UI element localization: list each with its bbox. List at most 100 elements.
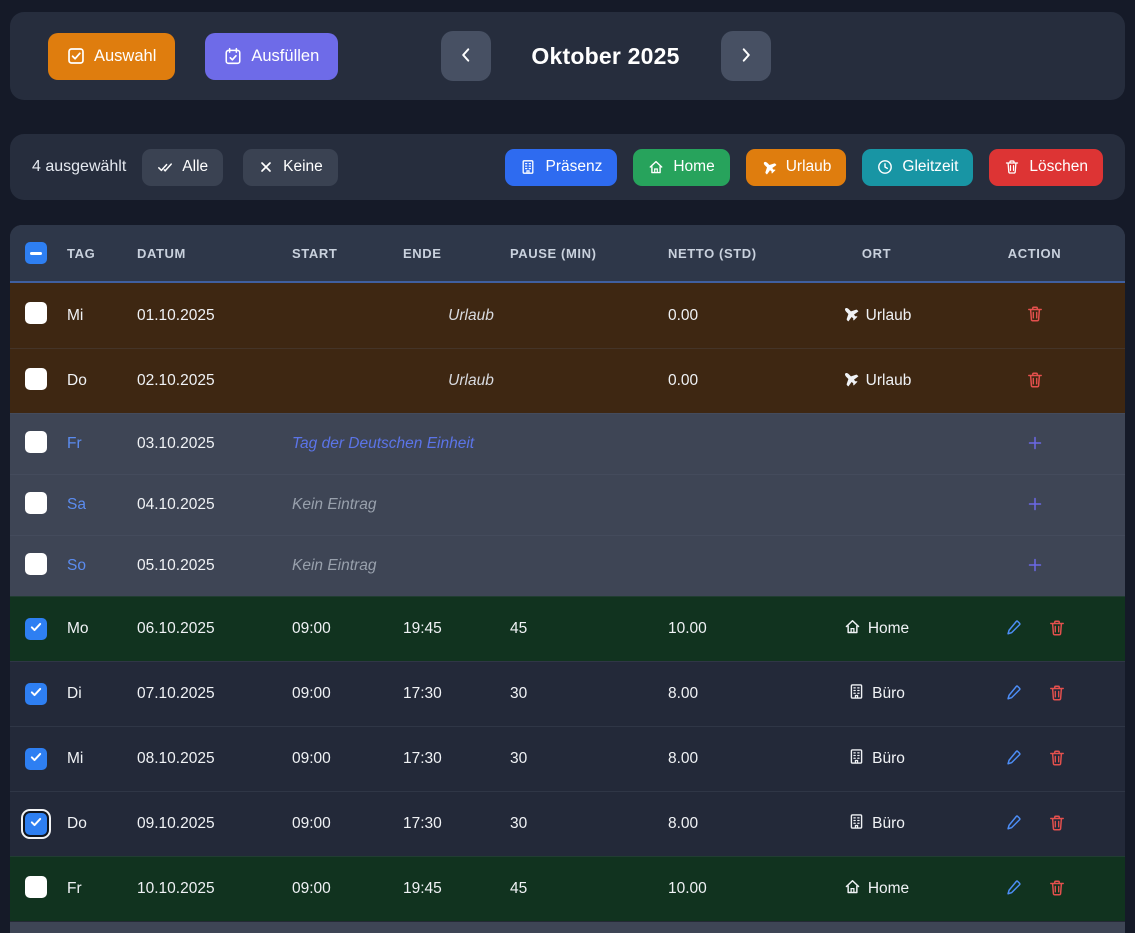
netto-value: 0.00 (659, 307, 809, 325)
netto-value: 10.00 (659, 620, 809, 638)
vacation-span-label: Urlaub (283, 307, 659, 325)
day-label: Sa (58, 496, 128, 514)
row-checkbox[interactable] (25, 553, 47, 575)
day-label: Mo (58, 620, 128, 638)
table-row: Fr10.10.202509:0019:454510.00Home (10, 856, 1125, 921)
double-check-icon (157, 159, 173, 175)
ausfuellen-button-label: Ausfüllen (251, 47, 319, 66)
delete-entry-button[interactable] (1024, 369, 1046, 394)
edit-entry-button[interactable] (1002, 617, 1024, 642)
praesenz-button[interactable]: Präsenz (505, 149, 617, 186)
table-row: Sa04.10.2025Kein Eintrag (10, 474, 1125, 535)
add-entry-button[interactable] (1025, 555, 1045, 578)
row-checkbox[interactable] (25, 683, 47, 705)
entries-table: TAG DATUM START ENDE PAUSE (MIN) NETTO (… (10, 225, 1125, 933)
delete-entry-button[interactable] (1046, 877, 1068, 902)
row-checkbox[interactable] (25, 368, 47, 390)
row-actions (944, 747, 1125, 772)
ort-cell: Home (809, 618, 944, 640)
row-checkbox[interactable] (25, 302, 47, 324)
day-label: Fr (58, 435, 128, 453)
home-icon (648, 159, 664, 175)
urlaub-button[interactable]: Urlaub (746, 149, 847, 186)
add-entry-button[interactable] (1025, 433, 1045, 456)
auswahl-button[interactable]: Auswahl (48, 33, 175, 80)
building-icon (848, 748, 865, 770)
chevron-right-icon (737, 46, 755, 67)
pause-value: 30 (501, 685, 659, 703)
previous-month-button[interactable] (441, 31, 491, 81)
header-start: START (283, 246, 394, 261)
trash-icon (1026, 371, 1044, 392)
ende-value: 17:30 (394, 815, 501, 833)
pencil-icon (1004, 814, 1022, 835)
header-ende: ENDE (394, 246, 501, 261)
gleitzeit-button[interactable]: Gleitzeit (862, 149, 973, 186)
row-checkbox[interactable] (25, 618, 47, 640)
delete-entry-button[interactable] (1046, 747, 1068, 772)
chevron-left-icon (457, 46, 475, 67)
delete-entry-button[interactable] (1024, 303, 1046, 328)
row-checkbox[interactable] (25, 492, 47, 514)
time-tracking-page: Auswahl Ausfüllen Oktober 2025 4 ausgewä… (0, 12, 1135, 933)
praesenz-label: Präsenz (545, 158, 602, 176)
ort-label: Urlaub (866, 372, 912, 390)
delete-entry-button[interactable] (1046, 812, 1068, 837)
ort-label: Büro (872, 815, 905, 833)
clock-icon (877, 159, 893, 175)
check-icon (29, 815, 43, 834)
pencil-icon (1004, 619, 1022, 640)
start-value: 09:00 (283, 685, 394, 703)
ende-value: 19:45 (394, 880, 501, 898)
plus-icon (1027, 435, 1043, 454)
ort-cell: Büro (809, 683, 944, 705)
add-entry-button[interactable] (1025, 494, 1045, 517)
trash-icon (1048, 879, 1066, 900)
row-checkbox[interactable] (25, 876, 47, 898)
date-label: 08.10.2025 (128, 750, 283, 768)
day-label: Mi (58, 307, 128, 325)
date-label: 06.10.2025 (128, 620, 283, 638)
select-none-button[interactable]: Keine (243, 149, 338, 186)
row-checkbox[interactable] (25, 813, 47, 835)
select-all-checkbox[interactable] (25, 242, 47, 264)
header-ort: ORT (809, 246, 944, 261)
ort-cell: Urlaub (809, 305, 944, 327)
trash-icon (1026, 305, 1044, 326)
ausfuellen-button[interactable]: Ausfüllen (205, 33, 338, 80)
row-checkbox[interactable] (25, 748, 47, 770)
row-actions (944, 303, 1125, 328)
date-label: 01.10.2025 (128, 307, 283, 325)
plus-icon (1027, 557, 1043, 576)
day-label: Do (58, 372, 128, 390)
delete-entry-button[interactable] (1046, 617, 1068, 642)
row-checkbox[interactable] (25, 431, 47, 453)
holiday-note: Tag der Deutschen Einheit (283, 435, 809, 453)
loeschen-button[interactable]: Löschen (989, 149, 1103, 186)
date-label: 02.10.2025 (128, 372, 283, 390)
home-icon (844, 618, 861, 640)
selected-count-label: 4 ausgewählt (32, 158, 126, 176)
next-month-button[interactable] (721, 31, 771, 81)
home-button[interactable]: Home (633, 149, 729, 186)
ort-label: Büro (872, 750, 905, 768)
urlaub-label: Urlaub (786, 158, 832, 176)
row-actions (944, 617, 1125, 642)
edit-entry-button[interactable] (1002, 877, 1024, 902)
edit-entry-button[interactable] (1002, 812, 1024, 837)
edit-entry-button[interactable] (1002, 747, 1024, 772)
start-value: 09:00 (283, 815, 394, 833)
delete-entry-button[interactable] (1046, 682, 1068, 707)
ort-label: Home (868, 880, 909, 898)
ort-label: Büro (872, 685, 905, 703)
no-entry-note: Kein Eintrag (283, 496, 809, 514)
plane-icon (761, 159, 777, 175)
pause-value: 45 (501, 620, 659, 638)
edit-entry-button[interactable] (1002, 682, 1024, 707)
month-toolbar: Auswahl Ausfüllen Oktober 2025 (10, 12, 1125, 100)
day-label: Di (58, 685, 128, 703)
plane-icon (842, 305, 859, 327)
table-row: Do09.10.202509:0017:30308.00Büro (10, 791, 1125, 856)
auswahl-button-label: Auswahl (94, 47, 156, 66)
select-all-button[interactable]: Alle (142, 149, 223, 186)
